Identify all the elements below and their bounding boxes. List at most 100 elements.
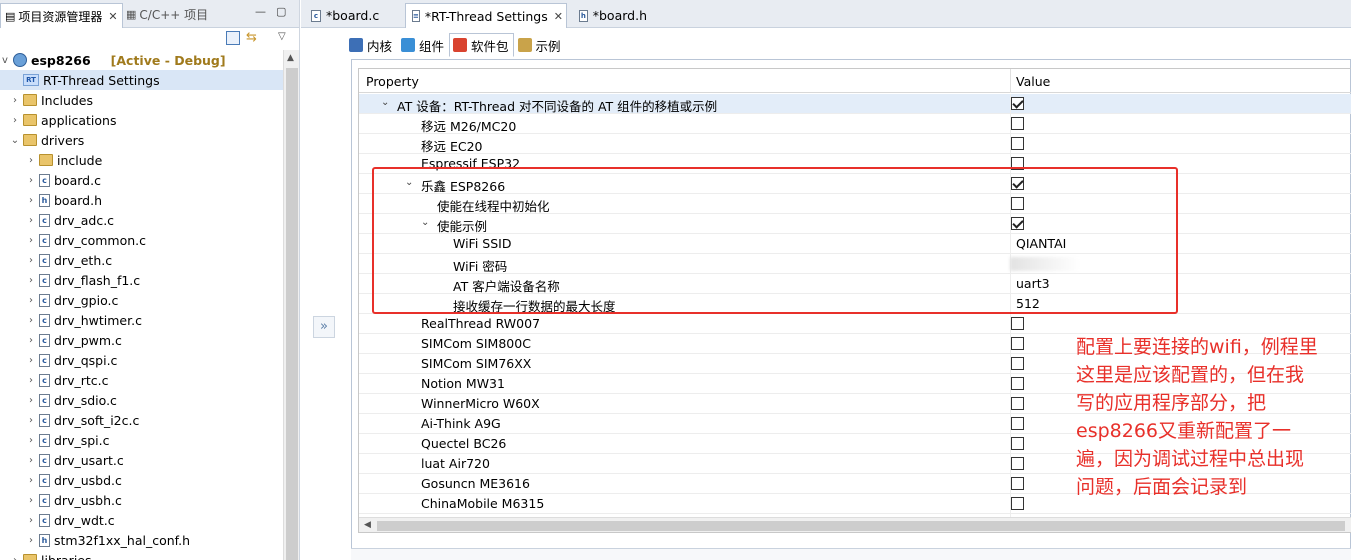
chevron-right-icon[interactable]: ›	[26, 515, 36, 526]
tree-item-drv-soft-i2c-c[interactable]: › c drv_soft_i2c.c	[0, 410, 283, 430]
chevron-right-icon[interactable]: ›	[26, 175, 36, 186]
tree-item-drv-hwtimer-c[interactable]: › c drv_hwtimer.c	[0, 310, 283, 330]
sub-tab-component-icon[interactable]: 组件	[397, 33, 449, 57]
property-row[interactable]: WiFi 密码	[359, 254, 1351, 274]
sub-tab-kernel-icon[interactable]: 内核	[345, 33, 397, 57]
tree-item-drv-usbd-c[interactable]: › c drv_usbd.c	[0, 470, 283, 490]
minimize-icon[interactable]: —	[255, 6, 267, 18]
chevron-right-icon[interactable]: ›	[26, 215, 36, 226]
checkbox[interactable]	[1011, 337, 1024, 350]
chevron-down-icon[interactable]: ⌄	[10, 135, 20, 146]
property-value-field[interactable]: QIANTAI	[1016, 236, 1066, 251]
link-with-editor-icon[interactable]: ⇆	[246, 30, 257, 45]
chevron-right-icon[interactable]: ›	[26, 355, 36, 366]
redacted-password-field[interactable]	[1010, 257, 1080, 271]
property-row[interactable]: 使能在线程中初始化	[359, 194, 1351, 214]
checkbox[interactable]	[1011, 477, 1024, 490]
tree-item-drv-flash-f1-c[interactable]: › c drv_flash_f1.c	[0, 270, 283, 290]
tree-item-board-h[interactable]: › h board.h	[0, 190, 283, 210]
sub-tab-example-icon[interactable]: 示例	[514, 33, 566, 57]
horizontal-scrollbar[interactable]: ◀	[359, 517, 1351, 532]
chevron-right-icon[interactable]: ›	[26, 315, 36, 326]
chevron-down-icon[interactable]: v	[0, 55, 10, 66]
tree-project-root[interactable]: v esp8266 [Active - Debug]	[0, 50, 283, 70]
checkbox[interactable]	[1011, 457, 1024, 470]
property-row[interactable]: AT 客户端设备名称 uart3	[359, 274, 1351, 294]
chevron-right-icon[interactable]: ›	[10, 555, 20, 560]
maximize-icon[interactable]: ▢	[276, 6, 288, 18]
property-row[interactable]: ⌄ 使能示例	[359, 214, 1351, 234]
tab-cpp-projects[interactable]: ▦ C/C++ 项目	[122, 2, 212, 26]
checkbox[interactable]	[1011, 157, 1024, 170]
chevron-right-icon[interactable]: ›	[26, 295, 36, 306]
tree-item-drv-rtc-c[interactable]: › c drv_rtc.c	[0, 370, 283, 390]
chevron-right-icon[interactable]: ›	[10, 95, 20, 106]
horizontal-scrollbar-thumb[interactable]	[377, 521, 1345, 531]
checkbox-checked[interactable]	[1011, 97, 1024, 110]
close-icon[interactable]: ✕	[554, 10, 563, 23]
tree-item-drv-adc-c[interactable]: › c drv_adc.c	[0, 210, 283, 230]
collapse-all-icon[interactable]	[226, 31, 240, 45]
property-row[interactable]: 移远 EC20	[359, 134, 1351, 154]
chevron-right-icon[interactable]: ›	[26, 375, 36, 386]
scrollbar-thumb[interactable]	[286, 68, 298, 560]
property-row[interactable]: ⌄ 乐鑫 ESP8266	[359, 174, 1351, 194]
explorer-scrollbar[interactable]: ▲	[283, 50, 299, 560]
tree-item-drv-sdio-c[interactable]: › c drv_sdio.c	[0, 390, 283, 410]
tree-item-libraries[interactable]: › libraries	[0, 550, 283, 560]
tree-item-drv-spi-c[interactable]: › c drv_spi.c	[0, 430, 283, 450]
tree-item-includes[interactable]: › Includes	[0, 90, 283, 110]
chevron-right-icon[interactable]: ›	[26, 275, 36, 286]
property-row[interactable]: Espressif ESP32	[359, 154, 1351, 174]
checkbox[interactable]	[1011, 137, 1024, 150]
chevron-down-icon[interactable]: ⌄	[405, 177, 413, 188]
chevron-down-icon[interactable]: ⌄	[381, 97, 389, 108]
editor-tab-board-h[interactable]: h *board.h	[573, 3, 653, 28]
checkbox-checked[interactable]	[1011, 177, 1024, 190]
property-row[interactable]: ⌄ AT 设备：RT-Thread 对不同设备的 AT 组件的移植或示例	[359, 94, 1351, 114]
tree-item-drv-common-c[interactable]: › c drv_common.c	[0, 230, 283, 250]
tree-item-applications[interactable]: › applications	[0, 110, 283, 130]
chevron-down-icon[interactable]: ⌄	[421, 217, 429, 228]
tree-item-rt-thread-settings[interactable]: RT RT-Thread Settings	[0, 70, 283, 90]
scroll-left-icon[interactable]: ◀	[364, 520, 371, 530]
column-divider[interactable]	[1010, 69, 1011, 93]
property-row[interactable]: WiFi SSID QIANTAI	[359, 234, 1351, 254]
tree-item-drv-usbh-c[interactable]: › c drv_usbh.c	[0, 490, 283, 510]
scroll-up-icon[interactable]: ▲	[287, 53, 294, 63]
chevron-right-icon[interactable]: ›	[26, 255, 36, 266]
checkbox[interactable]	[1011, 497, 1024, 510]
column-header-property[interactable]: Property	[366, 74, 419, 89]
property-value-field[interactable]: uart3	[1016, 276, 1050, 291]
chevron-right-icon[interactable]: ›	[26, 455, 36, 466]
chevron-right-icon[interactable]: ›	[26, 155, 36, 166]
tree-item-drv-wdt-c[interactable]: › c drv_wdt.c	[0, 510, 283, 530]
chevron-right-icon[interactable]: ›	[26, 475, 36, 486]
column-header-value[interactable]: Value	[1016, 74, 1050, 89]
checkbox[interactable]	[1011, 397, 1024, 410]
sub-tab-package-icon[interactable]: 软件包	[449, 33, 514, 57]
property-row[interactable]: 接收缓存一行数据的最大长度 512	[359, 294, 1351, 314]
tree-item-include[interactable]: › include	[0, 150, 283, 170]
property-row[interactable]: RealThread RW007	[359, 314, 1351, 334]
tree-item-drv-pwm-c[interactable]: › c drv_pwm.c	[0, 330, 283, 350]
chevron-right-icon[interactable]: ›	[26, 535, 36, 546]
view-menu-icon[interactable]: ▽	[278, 31, 286, 42]
property-value-field[interactable]: 512	[1016, 296, 1040, 311]
chevron-right-icon[interactable]: ›	[26, 335, 36, 346]
tree-item-drivers[interactable]: ⌄ drivers	[0, 130, 283, 150]
tree-item-stm32f1xx-hal-conf-h[interactable]: › h stm32f1xx_hal_conf.h	[0, 530, 283, 550]
chevron-right-icon[interactable]: ›	[26, 195, 36, 206]
close-icon[interactable]: ✕	[108, 10, 117, 23]
chevron-right-icon[interactable]: ›	[26, 415, 36, 426]
tree-item-drv-qspi-c[interactable]: › c drv_qspi.c	[0, 350, 283, 370]
tree-item-drv-eth-c[interactable]: › c drv_eth.c	[0, 250, 283, 270]
tab-project-explorer[interactable]: ▤ 项目资源管理器 ✕	[0, 3, 123, 28]
checkbox[interactable]	[1011, 417, 1024, 430]
checkbox-checked[interactable]	[1011, 217, 1024, 230]
checkbox[interactable]	[1011, 317, 1024, 330]
property-row[interactable]: 移远 M26/MC20	[359, 114, 1351, 134]
editor-tab-board-c[interactable]: c *board.c	[305, 3, 403, 28]
chevron-right-icon[interactable]: ›	[26, 435, 36, 446]
chevron-right-icon[interactable]: ›	[10, 115, 20, 126]
